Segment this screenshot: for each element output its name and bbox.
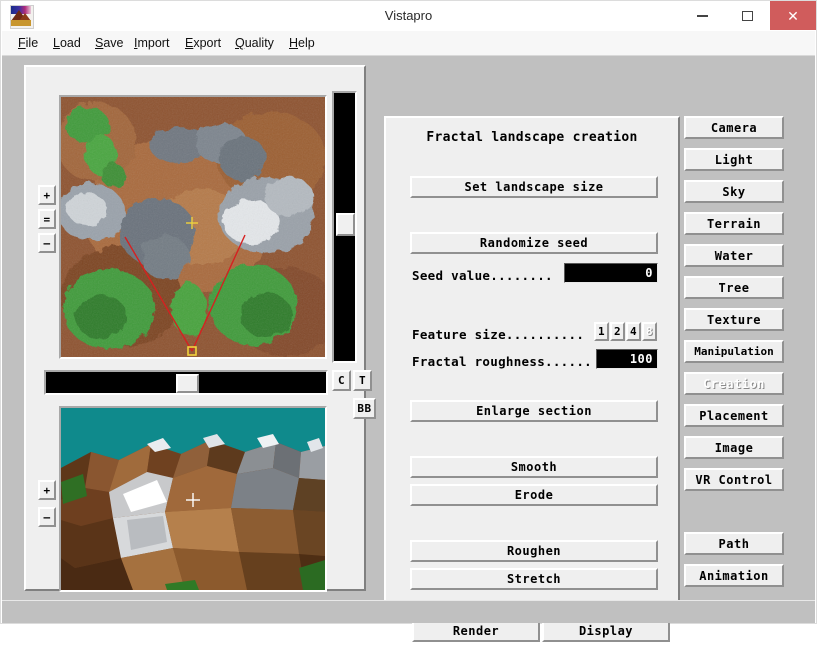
fractal-roughness-label: Fractal roughness...... [412,354,592,369]
menu-mnemonic: H [289,36,299,50]
bb-button[interactable]: BB [353,398,376,419]
texture-button[interactable]: T [353,370,372,391]
menu-bar: File Load Save Import Export Quality Hel… [2,31,815,56]
module-button-camera[interactable]: Camera [684,116,784,139]
menu-label: xport [193,36,222,50]
menu-item-help[interactable]: Help [283,31,321,55]
3d-preview-view[interactable] [59,406,327,592]
module-button-sky[interactable]: Sky [684,180,784,203]
minimize-button[interactable] [680,1,725,30]
preview-zoom-out[interactable]: – [38,507,56,527]
menu-label: mport [137,36,170,50]
map-vertical-scrollbar[interactable] [332,91,357,363]
menu-mnemonic: L [53,36,60,50]
color-button[interactable]: C [332,370,351,391]
menu-item-import[interactable]: Import [128,31,175,55]
module-button-terrain[interactable]: Terrain [684,212,784,235]
map-zoom-in[interactable]: + [38,185,56,205]
menu-mnemonic: Q [235,36,245,50]
module-button-creation[interactable]: Creation [684,372,784,395]
feature-size-label: Feature size.......... [412,327,585,342]
feature-size-option-4[interactable]: 4 [626,322,641,341]
module-button-placement[interactable]: Placement [684,404,784,427]
module-button-tree[interactable]: Tree [684,276,784,299]
map-horizontal-scrollbar-thumb[interactable] [176,374,199,393]
map-horizontal-scrollbar[interactable] [44,370,328,395]
module-button-vr-control[interactable]: VR Control [684,468,784,491]
module-button-texture[interactable]: Texture [684,308,784,331]
roughen-button[interactable]: Roughen [410,540,658,562]
module-button-water[interactable]: Water [684,244,784,267]
maximize-icon [742,10,753,21]
stretch-button[interactable]: Stretch [410,568,658,590]
panel-heading: Fractal landscape creation [426,130,638,145]
module-button-image[interactable]: Image [684,436,784,459]
preview-canvas [61,408,325,590]
vistapro-window: Vistapro ✕ File Load Save Import Export … [0,0,817,642]
module-button-column: Camera Light Sky Terrain Water Tree Text… [684,116,788,598]
menu-label: oad [59,36,81,50]
menu-item-file[interactable]: File [12,31,44,55]
map-vertical-scrollbar-thumb[interactable] [336,213,355,236]
menu-mnemonic: F [18,36,26,50]
menu-item-save[interactable]: Save [89,31,130,55]
left-pane: + = – C T BB + – [24,65,376,592]
close-icon: ✕ [787,7,799,24]
maximize-button[interactable] [725,1,770,30]
menu-label: elp [298,36,315,50]
menu-label: uality [244,36,274,50]
title-bar: Vistapro ✕ [1,1,816,31]
module-button-manipulation[interactable]: Manipulation [684,340,784,363]
creation-panel: Fractal landscape creation Set landscape… [384,116,680,614]
minimize-icon [697,14,708,17]
close-button[interactable]: ✕ [770,1,816,30]
overhead-terrain-map[interactable] [59,95,327,359]
module-button-path[interactable]: Path [684,532,784,555]
map-zoom-out[interactable]: – [38,233,56,253]
menu-label: ave [103,36,124,50]
status-bar [2,600,815,623]
terrain-map-canvas [61,97,325,357]
menu-label: ile [25,36,39,50]
feature-size-option-1[interactable]: 1 [594,322,609,341]
erode-button[interactable]: Erode [410,484,658,506]
seed-value-label: Seed value........ [412,268,553,283]
module-button-light[interactable]: Light [684,148,784,171]
randomize-seed-button[interactable]: Randomize seed [410,232,658,254]
menu-item-export[interactable]: Export [179,31,227,55]
smooth-button[interactable]: Smooth [410,456,658,478]
menu-item-load[interactable]: Load [47,31,87,55]
module-button-animation[interactable]: Animation [684,564,784,587]
seed-value-field[interactable]: 0 [564,263,658,283]
feature-size-option-8[interactable]: 8 [642,322,657,341]
feature-size-option-2[interactable]: 2 [610,322,625,341]
fractal-roughness-field[interactable]: 100 [596,349,658,369]
map-zoom-reset[interactable]: = [38,209,56,229]
enlarge-section-button[interactable]: Enlarge section [410,400,658,422]
set-landscape-size-button[interactable]: Set landscape size [410,176,658,198]
client-area: + = – C T BB + – Fractal landscape creat… [2,55,815,642]
menu-item-quality[interactable]: Quality [229,31,280,55]
preview-zoom-in[interactable]: + [38,480,56,500]
